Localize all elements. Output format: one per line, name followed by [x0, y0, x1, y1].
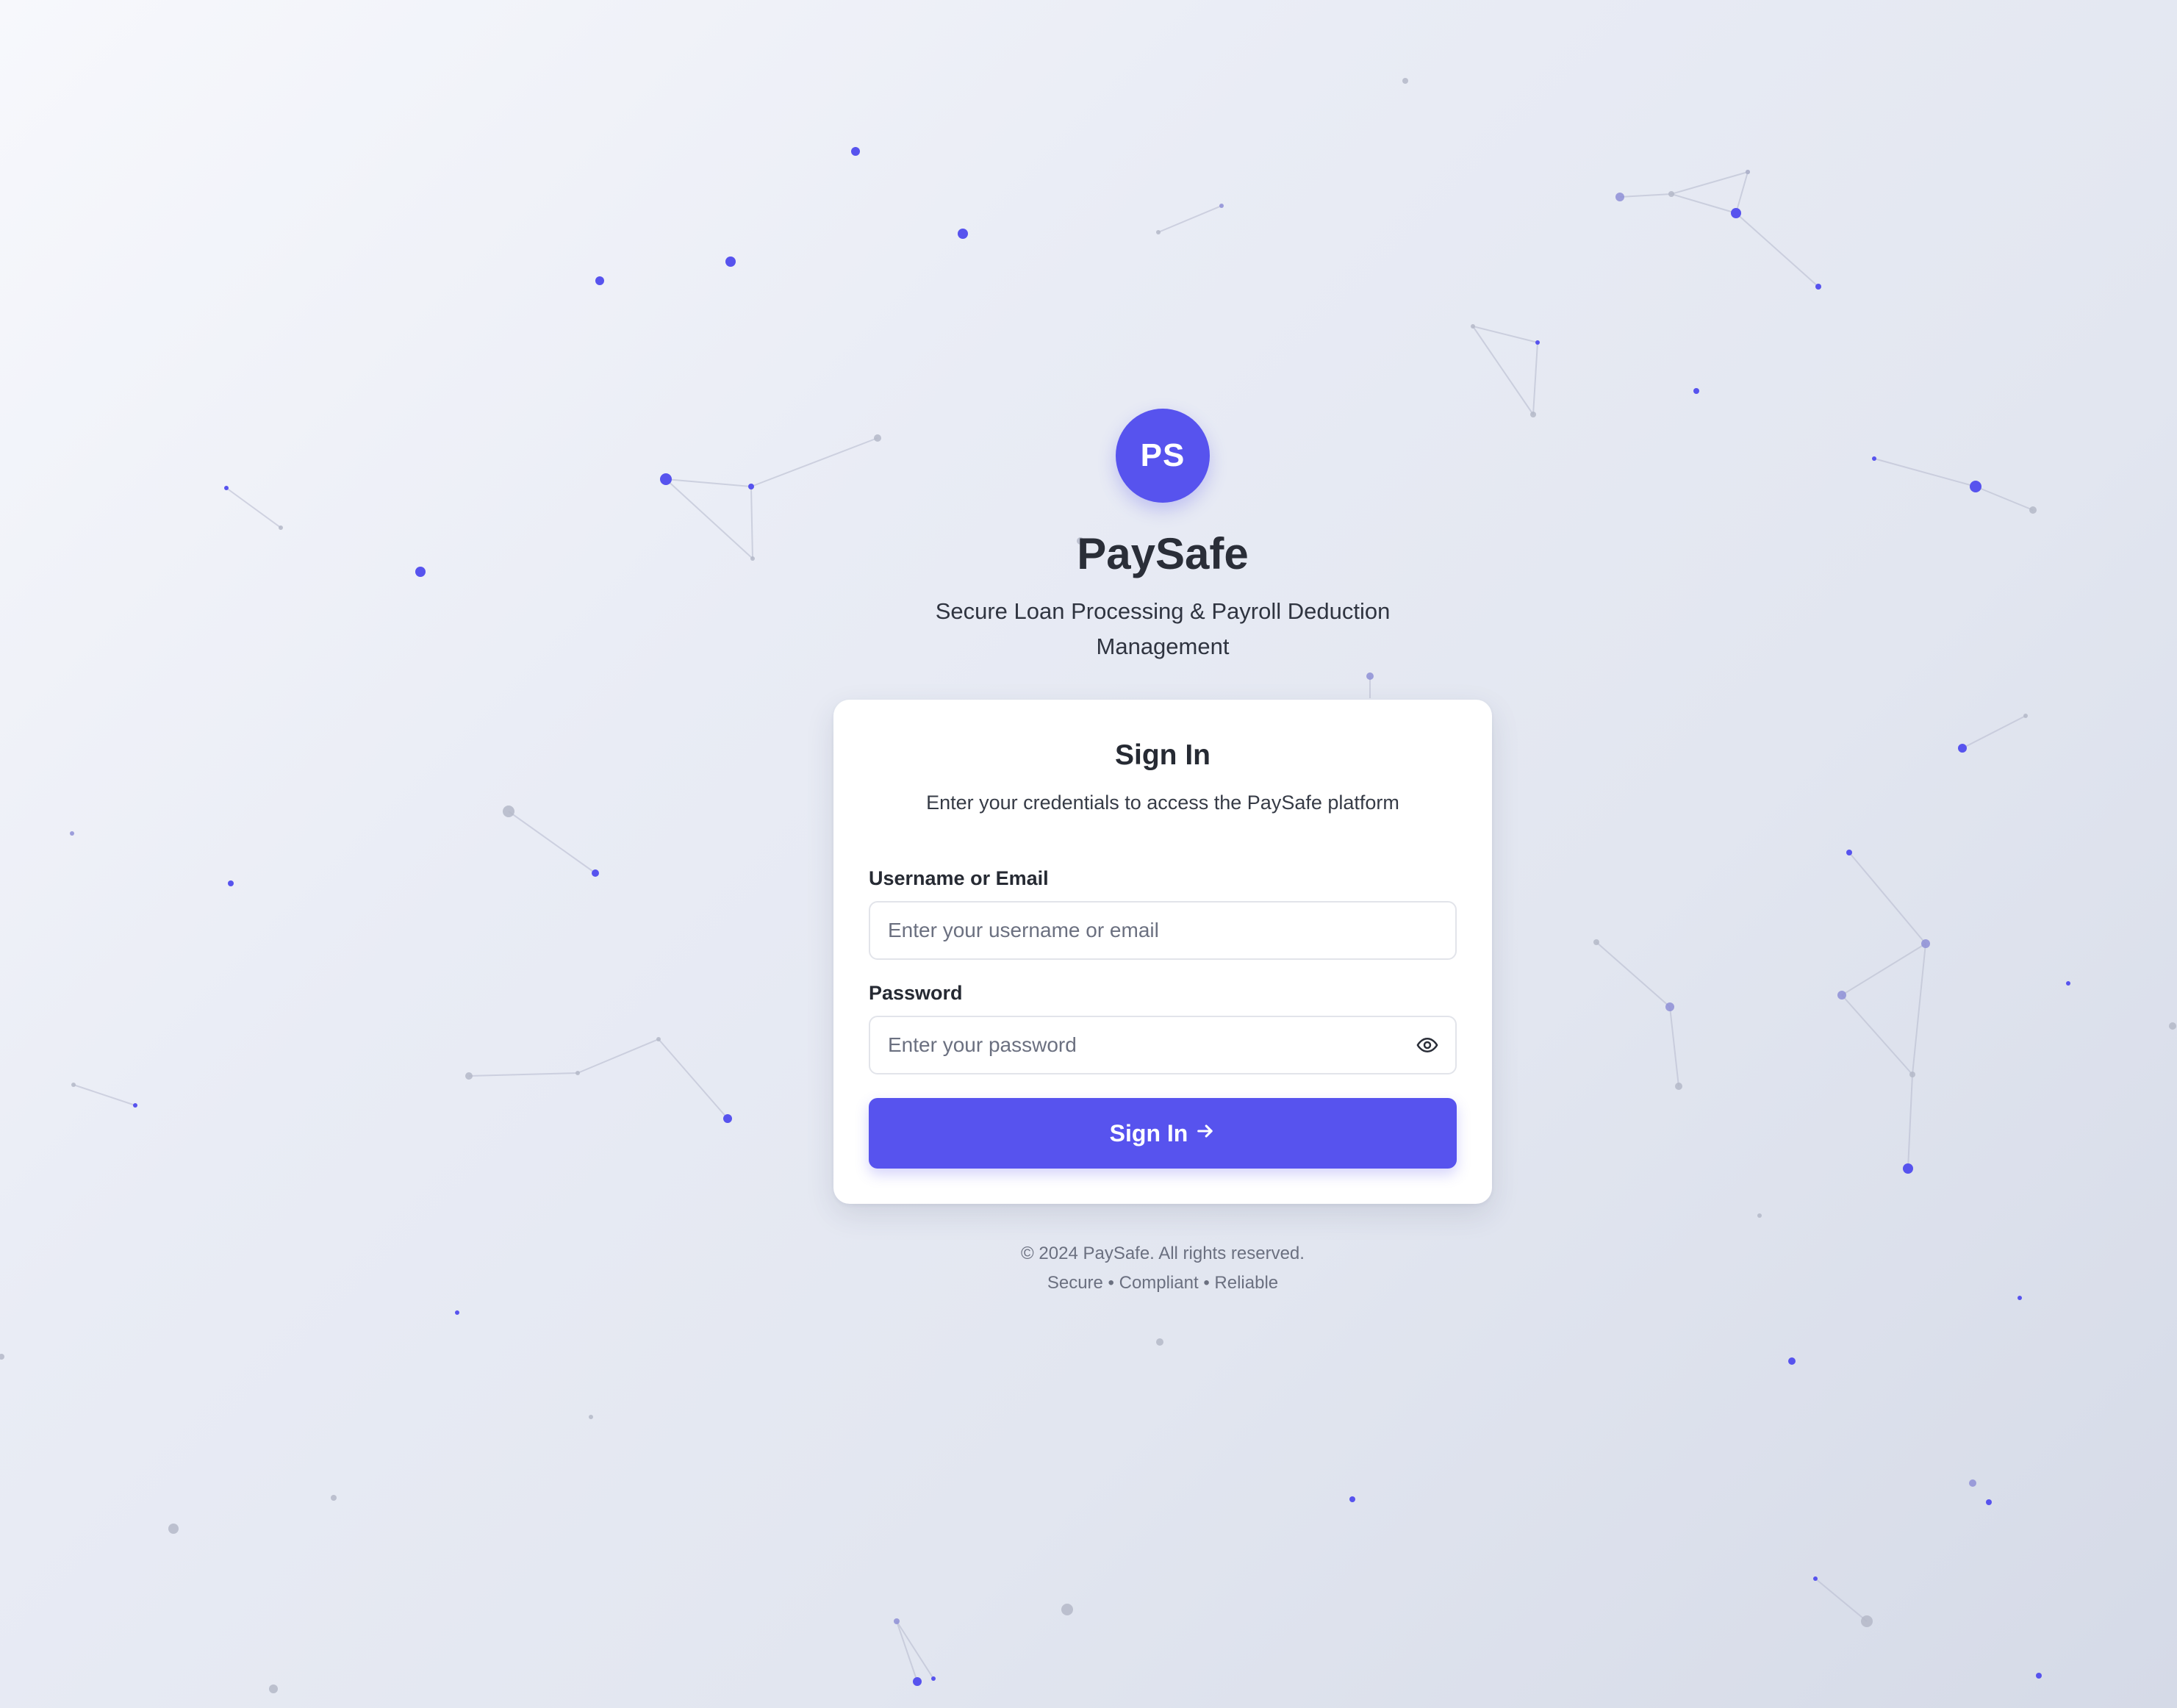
arrow-right-icon	[1195, 1120, 1216, 1147]
footer: © 2024 PaySafe. All rights reserved. Sec…	[1021, 1239, 1305, 1298]
app-title: PaySafe	[1077, 529, 1249, 578]
logo-initials: PS	[1140, 437, 1186, 473]
signin-button[interactable]: Sign In	[869, 1098, 1457, 1169]
signin-description: Enter your credentials to access the Pay…	[926, 792, 1399, 814]
app-tagline: Secure Loan Processing & Payroll Deducti…	[935, 598, 1391, 659]
signin-title: Sign In	[1115, 739, 1211, 771]
eye-icon[interactable]	[1414, 1032, 1441, 1058]
username-input[interactable]	[870, 903, 1455, 958]
signin-button-label: Sign In	[1109, 1119, 1188, 1147]
password-field-wrapper	[869, 1016, 1457, 1074]
password-input[interactable]	[870, 1017, 1455, 1073]
login-container: PS PaySafe Secure Loan Processing & Payr…	[833, 409, 1492, 1298]
password-label: Password	[869, 982, 963, 1004]
footer-copyright: © 2024 PaySafe. All rights reserved.	[1021, 1244, 1305, 1263]
username-label: Username or Email	[869, 867, 1049, 889]
signin-card: Sign In Enter your credentials to access…	[833, 700, 1492, 1204]
username-field-wrapper	[869, 901, 1457, 960]
footer-tagline: Secure • Compliant • Reliable	[1047, 1273, 1279, 1293]
brand-logo: PS	[1116, 409, 1210, 503]
